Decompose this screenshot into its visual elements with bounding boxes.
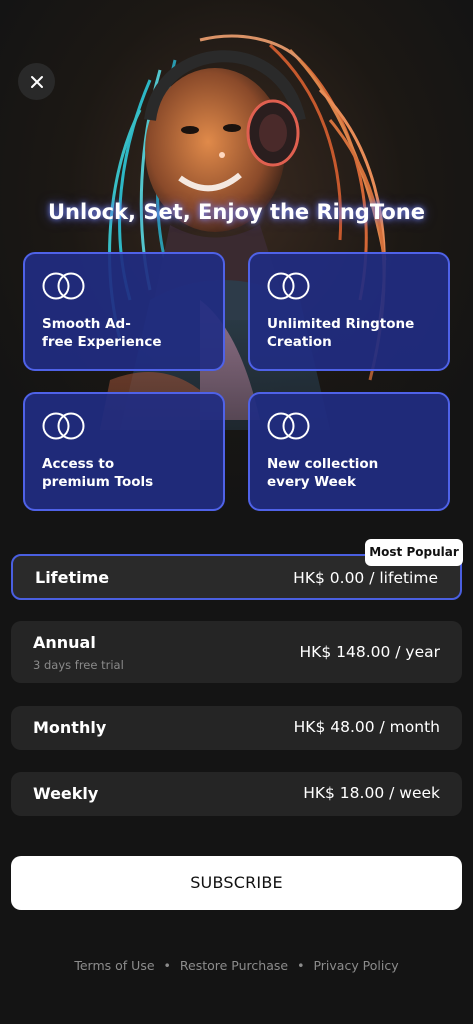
plan-subtitle: 3 days free trial [33,658,124,672]
privacy-policy-link[interactable]: Privacy Policy [313,958,398,973]
most-popular-badge: Most Popular [365,539,463,566]
footer-links: Terms of Use • Restore Purchase • Privacy Po… [0,958,473,973]
plan-name: Lifetime [35,568,110,587]
plan-option-monthly[interactable]: Monthly HK$ 48.00 / month [11,706,462,750]
overlapping-circles-icon [42,272,85,300]
feature-label: Access to premium Tools [42,456,154,490]
plan-price: HK$ 18.00 / week [303,784,440,802]
feature-card-premium-tools: Access to premium Tools [23,392,225,511]
feature-label: Smooth Ad- free Experience [42,316,162,350]
plan-name: Annual [33,633,96,652]
plan-price: HK$ 0.00 / lifetime [293,569,438,587]
paywall-screen: Unlock, Set, Enjoy the RingTone Smooth A… [0,0,473,1024]
restore-purchase-link[interactable]: Restore Purchase [180,958,288,973]
plan-option-weekly[interactable]: Weekly HK$ 18.00 / week [11,772,462,816]
feature-card-unlimited-ringtone: Unlimited Ringtone Creation [248,252,450,371]
feature-label: Unlimited Ringtone Creation [267,316,415,350]
feature-card-new-collection: New collection every Week [248,392,450,511]
plan-name: Monthly [33,718,107,737]
plan-name: Weekly [33,784,99,803]
plan-price: HK$ 48.00 / month [293,718,440,736]
plan-price: HK$ 148.00 / year [299,643,441,661]
close-button[interactable] [18,63,55,100]
plan-option-annual[interactable]: Annual 3 days free trial HK$ 148.00 / ye… [11,621,462,683]
subscribe-button[interactable]: SUBSCRIBE [11,856,462,910]
separator-dot: • [163,958,171,973]
terms-of-use-link[interactable]: Terms of Use [74,958,154,973]
feature-card-ad-free: Smooth Ad- free Experience [23,252,225,371]
overlapping-circles-icon [267,412,310,440]
feature-label: New collection every Week [267,456,379,490]
overlapping-circles-icon [42,412,85,440]
separator-dot: • [297,958,305,973]
overlapping-circles-icon [267,272,310,300]
close-icon [30,75,43,88]
page-title: Unlock, Set, Enjoy the RingTone [48,200,425,224]
